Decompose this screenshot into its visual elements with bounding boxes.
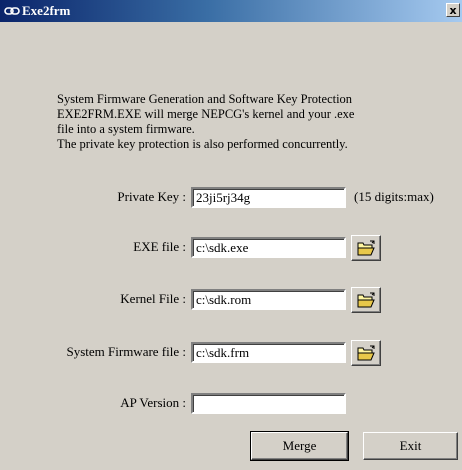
open-folder-icon: [357, 292, 375, 308]
description-text: System Firmware Generation and Software …: [57, 92, 437, 152]
kernel-file-input[interactable]: c:\sdk.rom: [191, 289, 346, 310]
exe-file-input[interactable]: c:\sdk.exe: [191, 237, 346, 258]
description-line: System Firmware Generation and Software …: [57, 92, 353, 106]
system-firmware-file-label: System Firmware file :: [66, 344, 186, 359]
ap-version-label: AP Version :: [120, 395, 186, 410]
kernel-file-browse-button[interactable]: [351, 287, 381, 313]
description-line: EXE2FRM.EXE will merge NEPCG's kernel an…: [57, 107, 355, 121]
kernel-file-label: Kernel File :: [120, 291, 186, 306]
window-title: Exe2frm: [22, 3, 71, 18]
exit-button[interactable]: Exit: [363, 432, 458, 460]
system-firmware-file-browse-button[interactable]: [351, 340, 381, 366]
merge-button[interactable]: Merge: [250, 431, 349, 461]
ap-version-input[interactable]: [191, 393, 346, 414]
private-key-label: Private Key :: [117, 189, 186, 204]
open-folder-icon: [357, 240, 375, 256]
private-key-hint: (15 digits:max): [354, 189, 434, 204]
exe-file-label: EXE file :: [133, 239, 186, 254]
description-line: file into a system firmware.: [57, 122, 195, 136]
chain-link-icon: [4, 7, 20, 15]
title-bar[interactable]: Exe2frm x: [0, 0, 462, 22]
system-firmware-file-input[interactable]: c:\sdk.frm: [191, 342, 346, 363]
exe2frm-window: Exe2frm x System Firmware Generation and…: [0, 0, 462, 470]
open-folder-icon: [357, 345, 375, 361]
close-button[interactable]: x: [446, 3, 460, 17]
description-line: The private key protection is also perfo…: [57, 137, 348, 151]
private-key-input[interactable]: 23ji5rj34g: [191, 187, 346, 208]
exe-file-browse-button[interactable]: [351, 235, 381, 261]
